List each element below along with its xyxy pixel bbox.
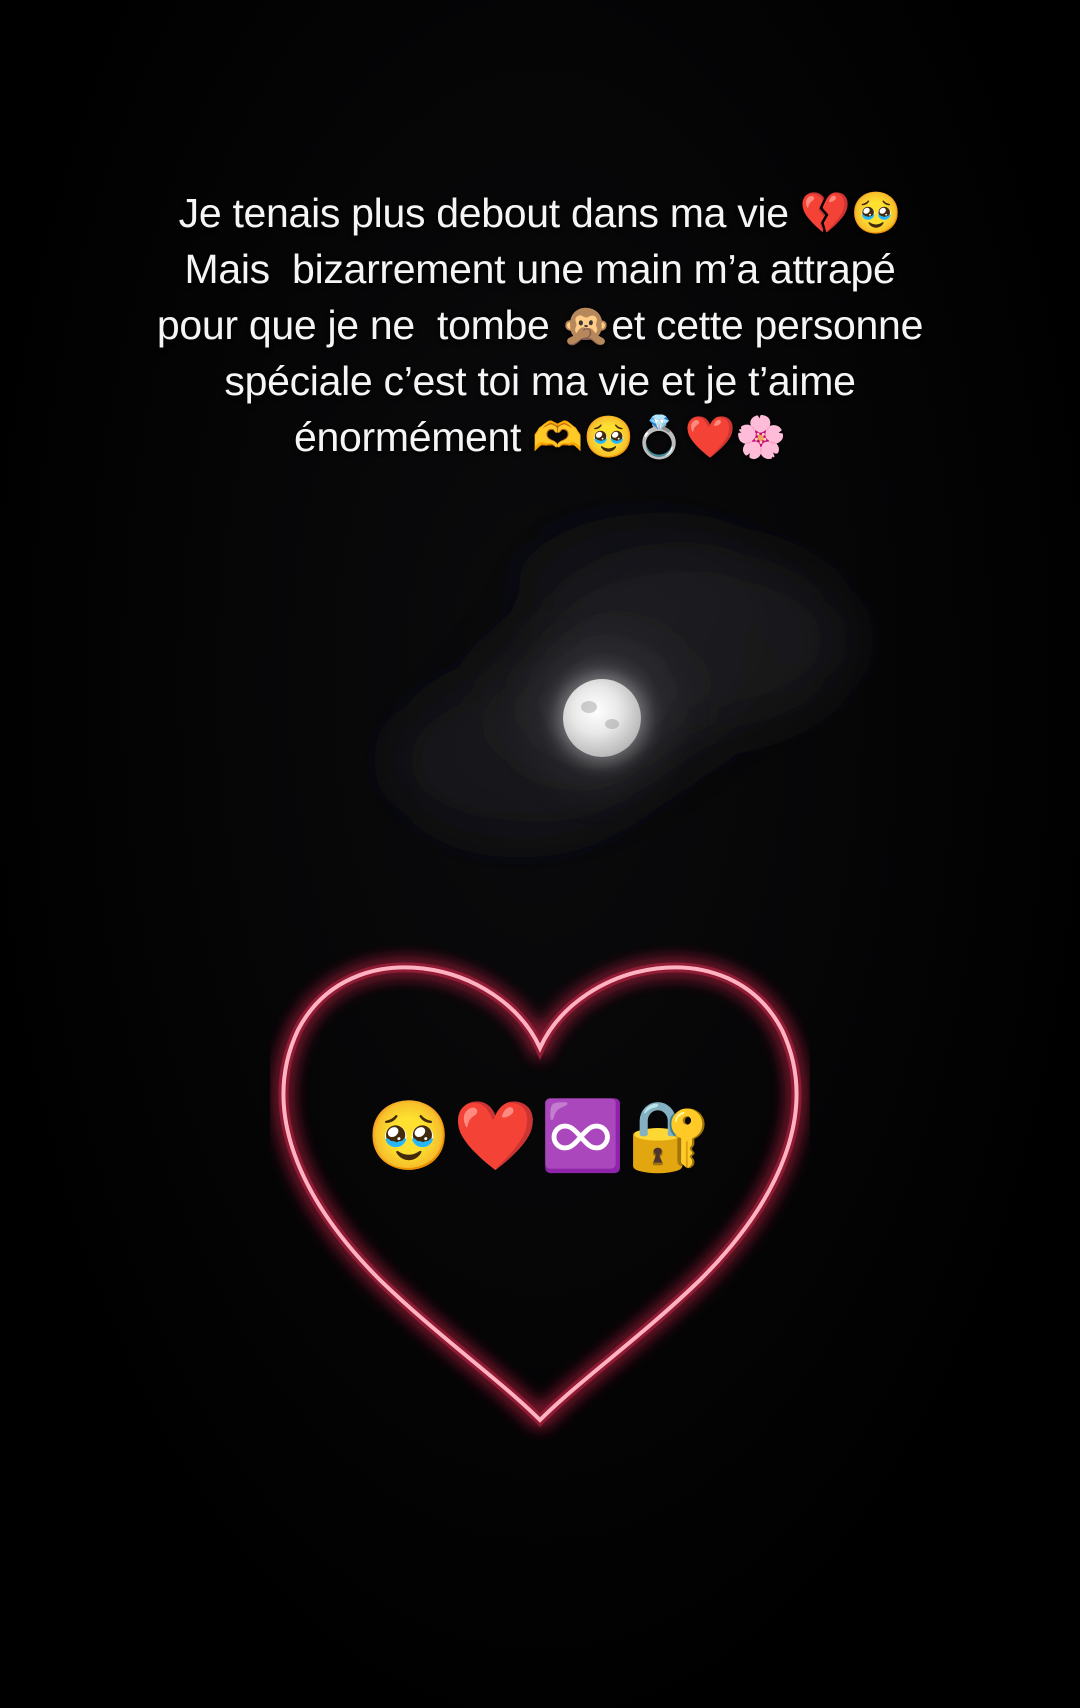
heart-center-emojis: 🥹❤️♾️🔐 bbox=[0, 1092, 1080, 1182]
caption-line-1: Je tenais plus debout dans ma vie 💔🥹 bbox=[178, 190, 902, 236]
caption-line-5: énormément 🫶🥹💍❤️🌸 bbox=[293, 414, 786, 460]
neon-heart-outline bbox=[278, 962, 802, 1428]
story-background: Je tenais plus debout dans ma vie 💔🥹 Mai… bbox=[0, 0, 1080, 1708]
story-caption: Je tenais plus debout dans ma vie 💔🥹 Mai… bbox=[0, 185, 1080, 465]
infinity-icon: ♾️ bbox=[540, 1097, 627, 1176]
caption-line-2: Mais bizarrement une main m’a attrapé bbox=[184, 246, 896, 292]
caption-line-4: spéciale c’est toi ma vie et je t’aime bbox=[224, 358, 856, 404]
cloud-haze bbox=[390, 520, 850, 840]
full-moon bbox=[563, 679, 641, 757]
caption-line-3: pour que je ne tombe 🙊et cette personne bbox=[156, 302, 924, 348]
red-heart-icon: ❤️ bbox=[453, 1097, 540, 1176]
lock-with-key-icon: 🔐 bbox=[626, 1097, 714, 1176]
pleading-face-icon: 🥹 bbox=[366, 1097, 454, 1176]
